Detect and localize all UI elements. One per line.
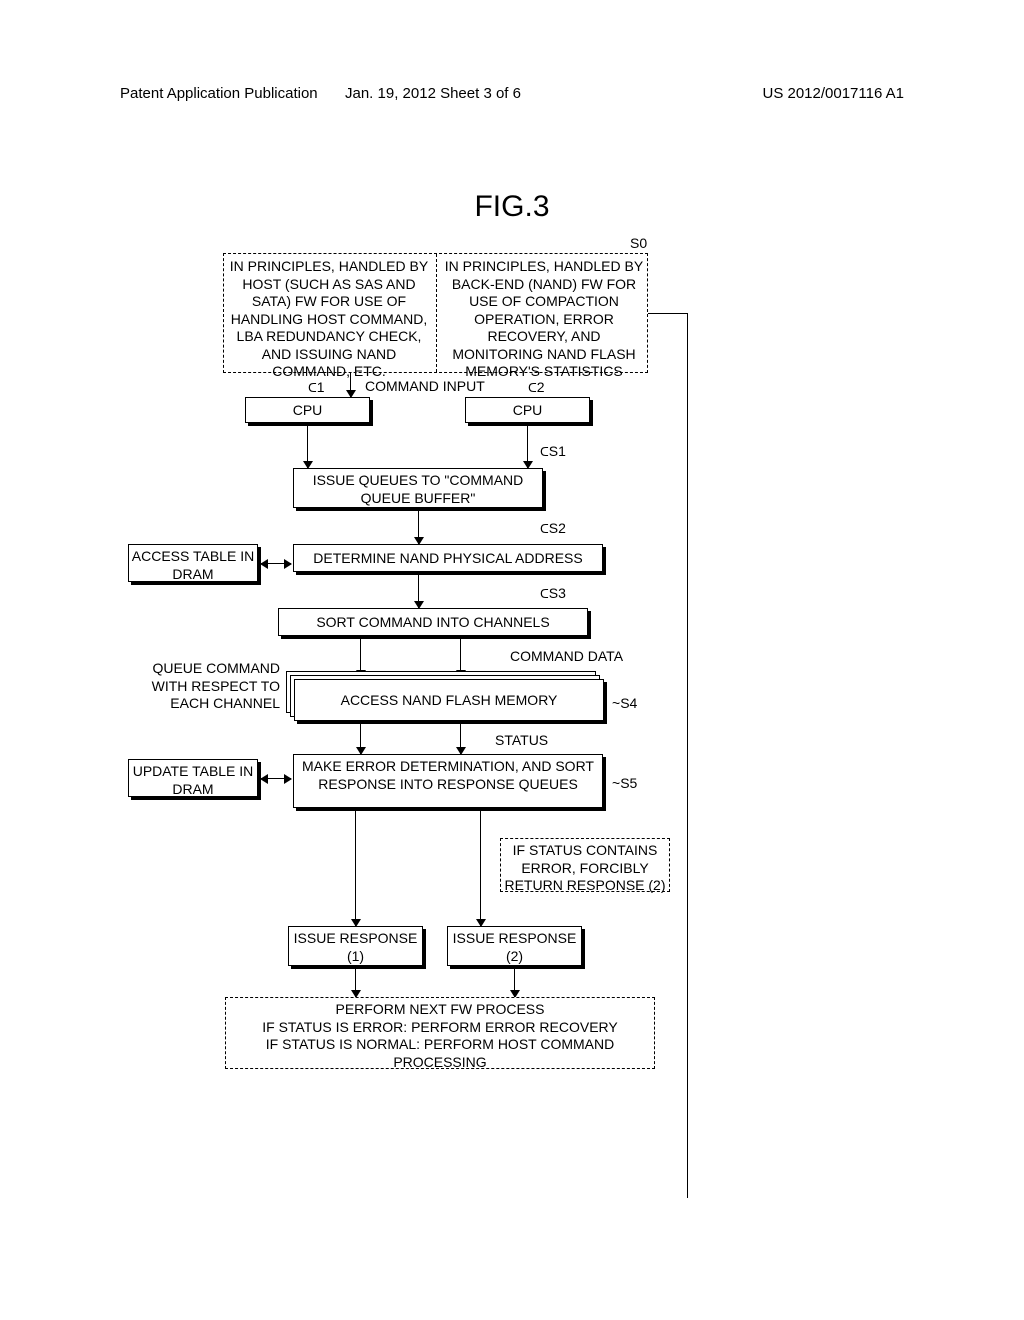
figure-title: FIG.3	[0, 190, 1024, 224]
arrow-r2-fin	[514, 969, 515, 997]
label-queue-cmd: QUEUE COMMAND WITH RESPECT TO EACH CHANN…	[120, 660, 280, 713]
final-box: PERFORM NEXT FW PROCESS IF STATUS IS ERR…	[225, 997, 655, 1069]
s4-box: ACCESS NAND FLASH MEMORY	[294, 679, 604, 721]
s1-box: ISSUE QUEUES TO "COMMAND QUEUE BUFFER"	[293, 468, 543, 508]
label-s4: ~S4	[612, 695, 637, 711]
final-line1: PERFORM NEXT FW PROCESS	[232, 1001, 648, 1019]
s3-box: SORT COMMAND INTO CHANNELS	[278, 608, 588, 636]
label-s3: ᑕS3	[540, 585, 566, 601]
ref-2: ᑕ2	[528, 379, 545, 395]
flowchart-diagram: S0 IN PRINCIPLES, HANDLED BY HOST (SUCH …	[140, 245, 880, 1245]
resp1-box: ISSUE RESPONSE (1)	[288, 926, 423, 966]
label-s0: S0	[630, 235, 647, 251]
cpu2-box: CPU	[465, 397, 590, 423]
final-line3: IF STATUS IS NORMAL: PERFORM HOST COMMAN…	[232, 1036, 648, 1071]
s0-left-text: IN PRINCIPLES, HANDLED BY HOST (SUCH AS …	[229, 258, 429, 381]
resp2-box: ISSUE RESPONSE (2)	[447, 926, 582, 966]
arrow-cpu2-s1	[527, 426, 528, 468]
error-note: IF STATUS CONTAINS ERROR, FORCIBLY RETUR…	[500, 838, 670, 892]
label-s2: ᑕS2	[540, 520, 566, 536]
arrow-update-s5	[261, 778, 291, 779]
label-status: STATUS	[495, 732, 548, 748]
label-command-data: COMMAND DATA	[510, 648, 623, 664]
arrow-s1-s2	[418, 511, 419, 544]
arrow-s5-r1	[355, 811, 356, 926]
s2-box: DETERMINE NAND PHYSICAL ADDRESS	[293, 544, 603, 572]
label-command-input: COMMAND INPUT	[365, 378, 485, 394]
header-right: US 2012/0017116 A1	[762, 85, 904, 102]
arrow-s4-s5-b	[460, 724, 461, 754]
s0-divider	[436, 254, 437, 372]
s0-box: IN PRINCIPLES, HANDLED BY HOST (SUCH AS …	[223, 253, 648, 373]
label-s1: ᑕS1	[540, 443, 566, 459]
final-line2: IF STATUS IS ERROR: PERFORM ERROR RECOVE…	[232, 1019, 648, 1037]
arrow-cpu1-s1	[307, 426, 308, 468]
arrow-s2-s3	[418, 575, 419, 608]
arrow-s4-s5-a	[360, 724, 361, 754]
s0-right-text: IN PRINCIPLES, HANDLED BY BACK-END (NAND…	[444, 258, 644, 381]
header-left: Patent Application Publication	[120, 85, 318, 102]
access-table-box: ACCESS TABLE IN DRAM	[128, 544, 258, 582]
arrow-s5-r2	[480, 811, 481, 926]
update-table-box: UPDATE TABLE IN DRAM	[128, 759, 258, 797]
arrow-cmd-input	[350, 373, 351, 397]
s5-box: MAKE ERROR DETERMINATION, AND SORT RESPO…	[293, 754, 603, 808]
label-s5: ~S5	[612, 775, 637, 791]
arrow-access-s2	[261, 563, 291, 564]
header-mid: Jan. 19, 2012 Sheet 3 of 6	[345, 85, 521, 102]
ref-1: ᑕ1	[308, 379, 325, 395]
cpu1-box: CPU	[245, 397, 370, 423]
arrow-r1-fin	[355, 969, 356, 997]
